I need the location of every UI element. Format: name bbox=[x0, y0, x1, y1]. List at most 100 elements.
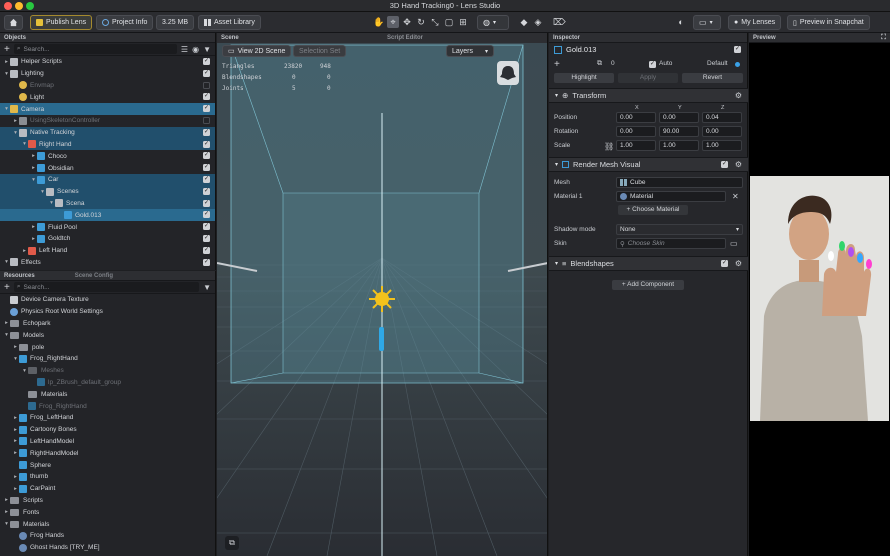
chevron-right-icon[interactable]: ▸ bbox=[30, 153, 37, 159]
blendshapes-section-header[interactable]: ▾ ≡ Blendshapes ✓ ⚙ bbox=[549, 256, 748, 271]
chevron-right-icon[interactable]: ▸ bbox=[12, 450, 19, 456]
chevron-right-icon[interactable]: ▸ bbox=[12, 118, 19, 124]
layer-value[interactable]: 0 bbox=[611, 60, 615, 67]
resource-tree-item[interactable]: lp_ZBrush_default_group bbox=[0, 377, 215, 389]
skin-field[interactable]: ⚲ Choose Skin bbox=[616, 238, 726, 249]
scene-viewport[interactable] bbox=[217, 33, 548, 556]
chevron-down-icon[interactable]: ▾ bbox=[30, 177, 37, 183]
chevron-down-icon[interactable]: ▾ bbox=[3, 521, 10, 527]
add-resource-icon[interactable]: + bbox=[4, 282, 10, 293]
preview-in-snapchat-button[interactable]: ▯ Preview in Snapchat bbox=[787, 15, 870, 30]
chevron-right-icon[interactable]: ▸ bbox=[3, 320, 10, 326]
tab-scene[interactable]: Scene bbox=[217, 33, 383, 43]
chevron-right-icon[interactable]: ▸ bbox=[30, 236, 37, 242]
object-enabled-checkbox[interactable]: ✓ bbox=[203, 140, 210, 148]
auto-checkbox[interactable]: ✓ bbox=[649, 61, 656, 68]
add-object-icon[interactable]: + bbox=[4, 44, 10, 55]
object-tree-item[interactable]: ▸ Choco ✓ bbox=[0, 150, 215, 162]
transform-section-header[interactable]: ▾ ⊕ Transform ⚙ bbox=[549, 88, 748, 103]
resource-tree-item[interactable]: Materials bbox=[0, 388, 215, 400]
object-enabled-checkbox[interactable]: ✓ bbox=[203, 93, 210, 101]
object-tree-item[interactable]: ▾ Native Tracking ✓ bbox=[0, 126, 215, 139]
resource-tree-item[interactable]: ▸ RightHandModel bbox=[0, 447, 215, 459]
object-tree-item[interactable]: Light ✓ bbox=[0, 91, 215, 103]
object-enabled-checkbox[interactable] bbox=[203, 116, 210, 124]
filter-icon[interactable]: ▼ bbox=[203, 283, 211, 292]
chevron-down-icon[interactable]: ▾ bbox=[3, 106, 10, 112]
view-2d-scene-button[interactable]: ▭ View 2D Scene bbox=[222, 45, 292, 57]
resource-tree-item[interactable]: Sphere bbox=[0, 459, 215, 471]
render-mesh-enabled-checkbox[interactable]: ✓ bbox=[721, 161, 728, 168]
object-enabled-checkbox[interactable]: ✓ bbox=[203, 211, 210, 219]
object-tree-item[interactable]: ▸ Obsidian ✓ bbox=[0, 162, 215, 174]
transform-rotation-x-field[interactable]: 0.00 bbox=[616, 126, 656, 137]
render-mesh-section-header[interactable]: ▾ Render Mesh Visual ✓ ⚙ bbox=[549, 157, 748, 172]
object-tree-item[interactable]: ▸ Left Hand ✓ bbox=[0, 245, 215, 257]
chevron-right-icon[interactable]: ▸ bbox=[3, 59, 10, 65]
layers-dropdown[interactable]: Layers ▾ bbox=[446, 45, 494, 57]
home-button[interactable] bbox=[4, 15, 23, 30]
gear-icon[interactable]: ⚙ bbox=[735, 259, 742, 268]
snap-tool-icon[interactable]: ◈ bbox=[532, 16, 544, 28]
object-enabled-checkbox[interactable]: ✓ bbox=[203, 152, 210, 160]
camera-preview-image[interactable] bbox=[750, 176, 889, 421]
chevron-right-icon[interactable]: ▸ bbox=[30, 224, 37, 230]
object-enabled-checkbox[interactable]: ✓ bbox=[203, 234, 210, 242]
resource-tree-item[interactable]: ▸ Echopark bbox=[0, 318, 215, 330]
resource-tree-item[interactable]: Frog_RightHand bbox=[0, 400, 215, 412]
transform-scale-y-field[interactable]: 1.00 bbox=[659, 140, 699, 151]
chevron-right-icon[interactable]: ▸ bbox=[3, 509, 10, 515]
chevron-right-icon[interactable]: ▸ bbox=[12, 344, 19, 350]
object-tree-item[interactable]: ▾ Lighting ✓ bbox=[0, 68, 215, 80]
filter-icon[interactable]: ▼ bbox=[203, 45, 211, 54]
chevron-right-icon[interactable]: ▸ bbox=[12, 474, 19, 480]
resource-tree-item[interactable]: ▾ Frog_RightHand bbox=[0, 353, 215, 365]
scale-tool-icon[interactable]: ⤡ bbox=[429, 16, 441, 28]
choose-material-button[interactable]: + Choose Material bbox=[618, 205, 688, 215]
object-tree-item[interactable]: ▾ Effects ✓ bbox=[0, 257, 215, 269]
object-tree-item[interactable]: Gold.013 ✓ bbox=[0, 209, 215, 222]
chevron-down-icon[interactable]: ▾ bbox=[39, 189, 46, 195]
chevron-down-icon[interactable]: ▾ bbox=[12, 130, 19, 136]
transform-rotation-y-field[interactable]: 90.00 bbox=[659, 126, 699, 137]
hand-tool-icon[interactable]: ✋ bbox=[373, 16, 385, 28]
transform-scale-z-field[interactable]: 1.00 bbox=[702, 140, 742, 151]
align-tool-icon[interactable]: ◆ bbox=[518, 16, 530, 28]
chevron-right-icon[interactable]: ▸ bbox=[12, 415, 19, 421]
chevron-right-icon[interactable]: ▸ bbox=[3, 497, 10, 503]
shadow-mode-select[interactable]: None ▾ bbox=[616, 224, 743, 235]
add-component-button[interactable]: + Add Component bbox=[612, 280, 684, 290]
chevron-right-icon[interactable]: ▸ bbox=[30, 165, 37, 171]
chevron-right-icon[interactable]: ▸ bbox=[12, 486, 19, 492]
visibility-icon[interactable]: ◉ bbox=[192, 45, 199, 54]
object-tree-item[interactable]: ▾ Car ✓ bbox=[0, 173, 215, 186]
resource-tree-item[interactable]: ▾ Meshes bbox=[0, 365, 215, 377]
material-field[interactable]: Material bbox=[616, 191, 726, 202]
chevron-down-icon[interactable]: ▾ bbox=[21, 141, 28, 147]
transform-scale-x-field[interactable]: 1.00 bbox=[616, 140, 656, 151]
expand-icon[interactable]: ⛶ bbox=[881, 34, 886, 42]
blendshapes-enabled-checkbox[interactable]: ✓ bbox=[721, 260, 728, 267]
resource-tree-item[interactable]: ▾ Models bbox=[0, 329, 215, 341]
object-tree-item[interactable]: ▸ UsingSkeletonController bbox=[0, 115, 215, 127]
gizmo-space-dropdown[interactable]: ◍ ▾ bbox=[477, 15, 509, 30]
resource-tree-item[interactable]: Frog Hands bbox=[0, 530, 215, 542]
chevron-down-icon[interactable]: ▾ bbox=[3, 332, 10, 338]
device-dropdown[interactable]: ▭ ▾ bbox=[693, 15, 721, 30]
tab-script-editor[interactable]: Script Editor bbox=[383, 33, 427, 43]
project-info-button[interactable]: Project Info bbox=[96, 15, 154, 30]
resource-tree-item[interactable]: ▸ Scripts bbox=[0, 495, 215, 507]
folder-icon[interactable]: ▭ bbox=[730, 239, 738, 248]
transform-position-z-field[interactable]: 0.04 bbox=[702, 112, 742, 123]
object-tree-item[interactable]: ▾ Scena ✓ bbox=[0, 197, 215, 210]
chevron-right-icon[interactable]: ▸ bbox=[12, 427, 19, 433]
transform-rotation-z-field[interactable]: 0.00 bbox=[702, 126, 742, 137]
remove-material-icon[interactable]: ✕ bbox=[732, 192, 739, 201]
object-enabled-checkbox[interactable]: ✓ bbox=[203, 258, 210, 266]
publish-lens-button[interactable]: Publish Lens bbox=[30, 15, 93, 30]
object-enabled-checkbox[interactable]: ✓ bbox=[734, 46, 741, 53]
object-enabled-checkbox[interactable]: ✓ bbox=[203, 223, 210, 231]
transform-position-y-field[interactable]: 0.00 bbox=[659, 112, 699, 123]
resource-tree-item[interactable]: Device Camera Texture bbox=[0, 294, 215, 306]
object-enabled-checkbox[interactable]: ✓ bbox=[203, 105, 210, 113]
